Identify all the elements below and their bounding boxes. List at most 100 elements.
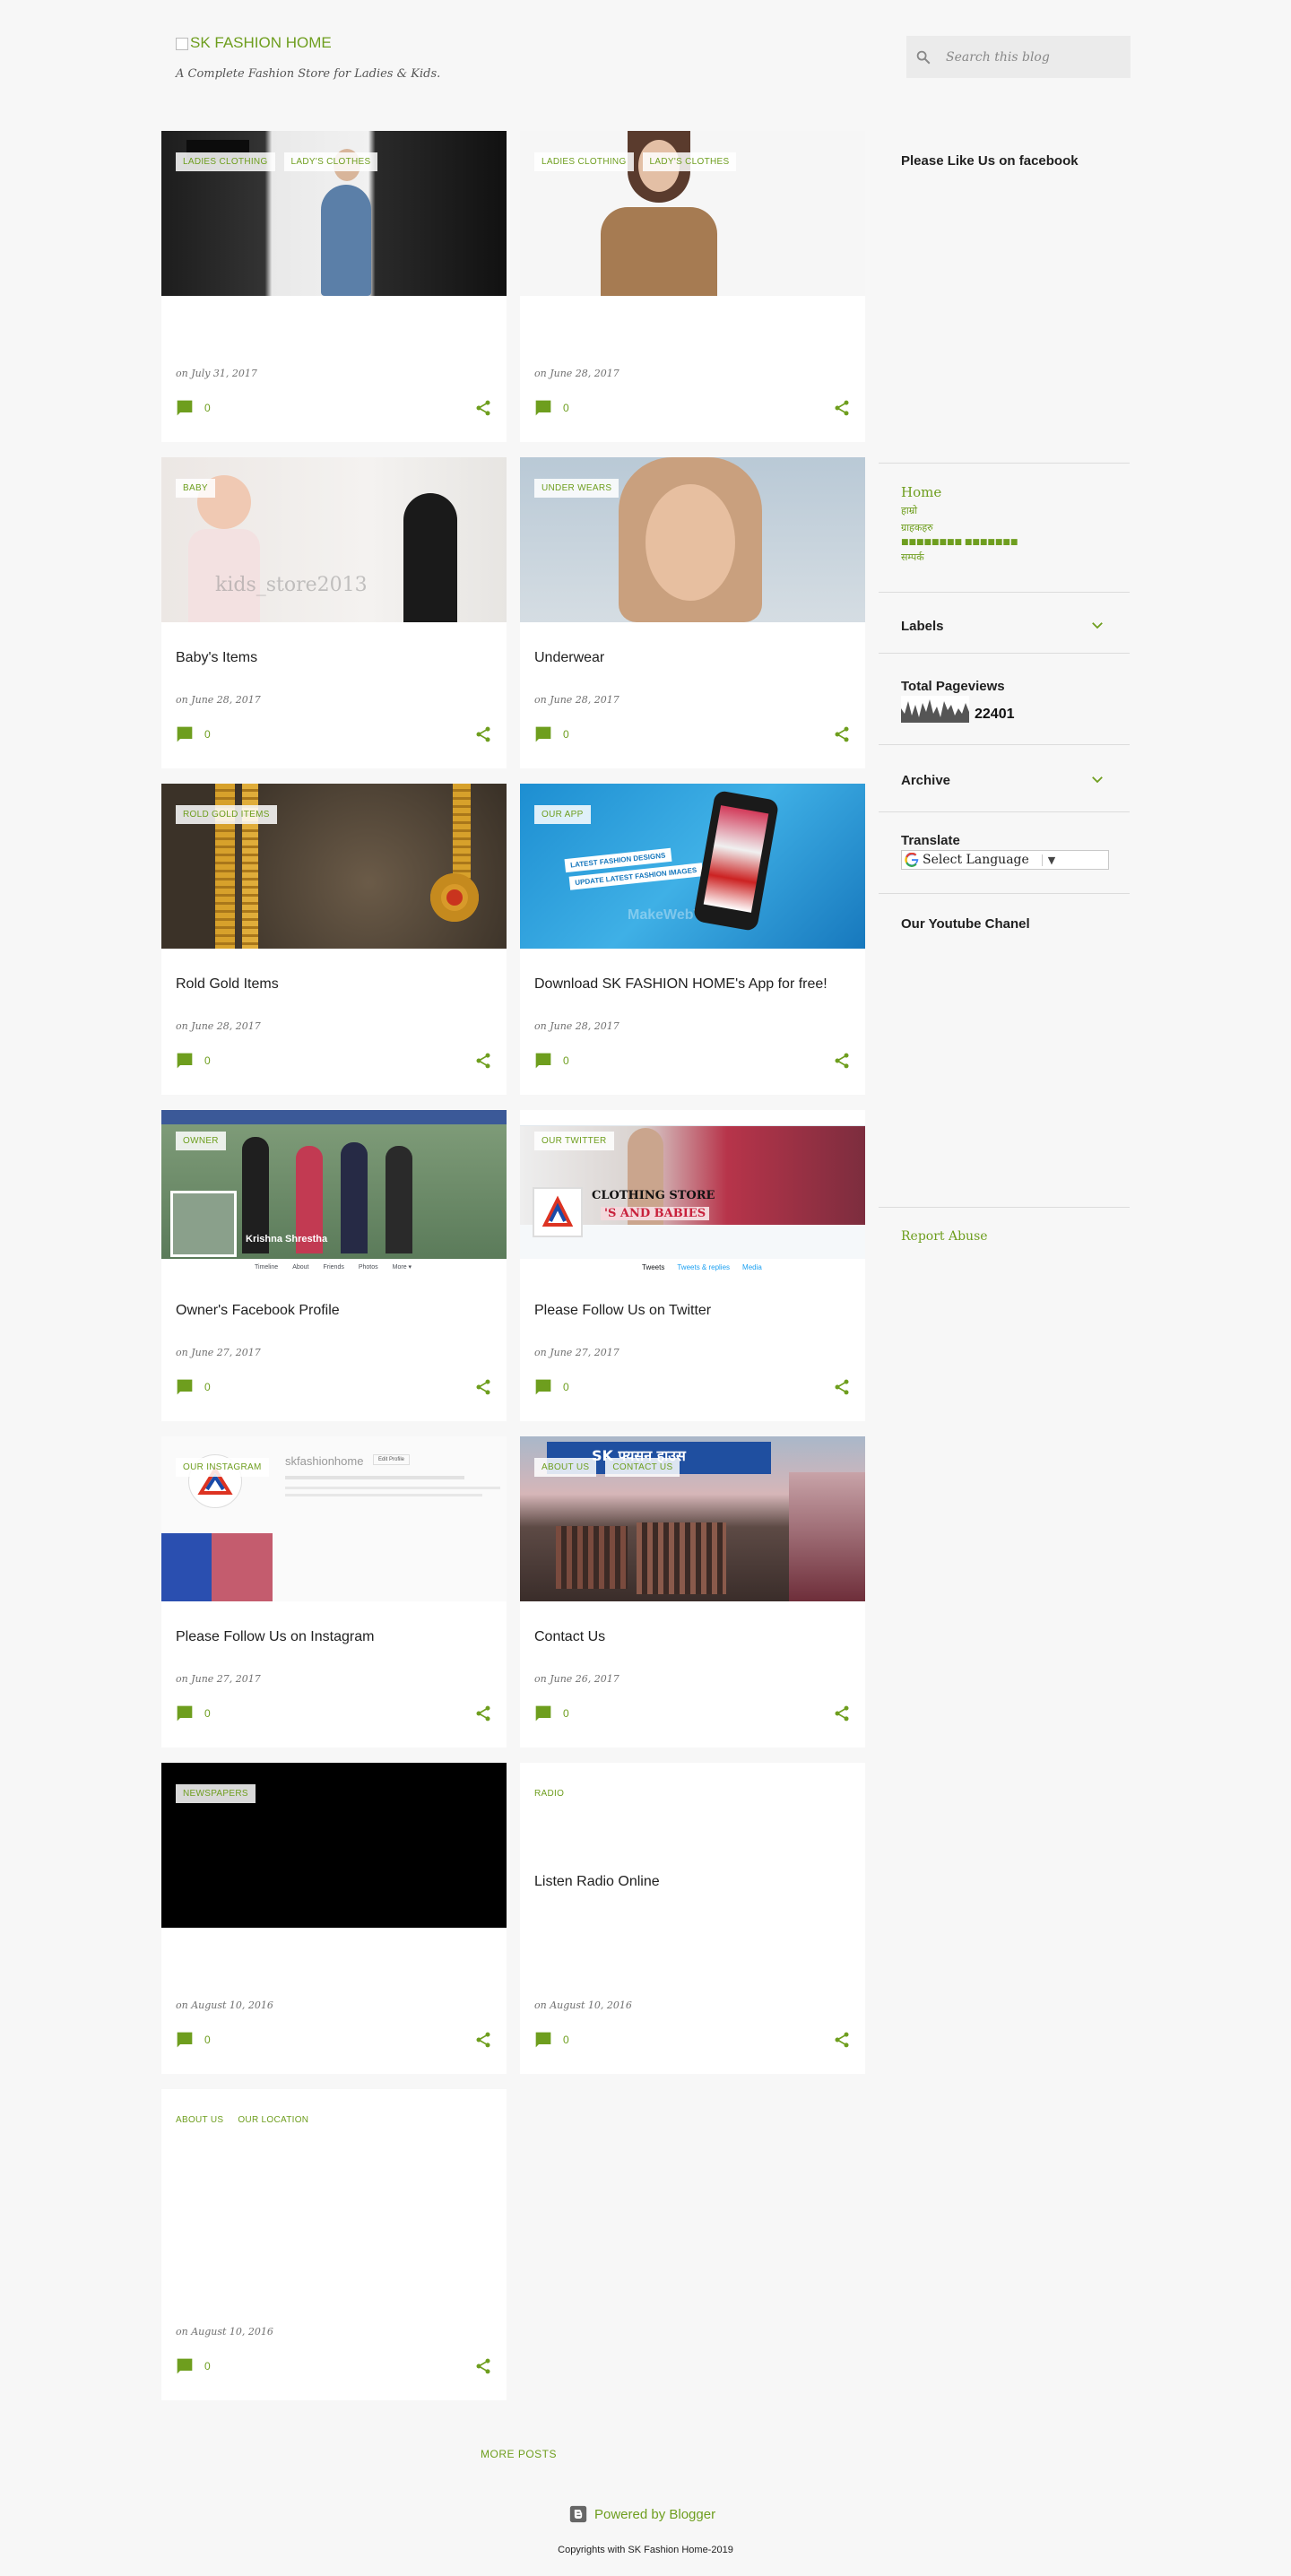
post-card[interactable]: LADIES CLOTHING LADY'S CLOTHES on July 3… bbox=[161, 131, 507, 442]
post-date: on June 27, 2017 bbox=[176, 1347, 261, 1358]
share-icon[interactable] bbox=[474, 2357, 492, 2375]
comments-link[interactable]: 0 bbox=[176, 2357, 211, 2375]
label-chip[interactable]: OUR INSTAGRAM bbox=[176, 1458, 269, 1477]
post-title[interactable]: Contact Us bbox=[534, 1629, 605, 1645]
pages-widget: Home हाम्रो ग्राहकहरु ■■■■■■■■ ■■■■■■■ स… bbox=[901, 484, 1018, 564]
comments-link[interactable]: 0 bbox=[534, 2031, 569, 2049]
copyright-text: Copyrights with SK Fashion Home-2019 bbox=[558, 2545, 733, 2555]
share-icon[interactable] bbox=[833, 1378, 851, 1396]
search-icon[interactable] bbox=[915, 49, 931, 65]
label-chip[interactable]: OUR APP bbox=[534, 805, 591, 824]
post-title[interactable]: Please Follow Us on Twitter bbox=[534, 1303, 711, 1319]
post-card[interactable]: LATEST FASHION DESIGNS UPDATE LATEST FAS… bbox=[520, 784, 865, 1095]
share-icon[interactable] bbox=[833, 1052, 851, 1070]
label-chip[interactable]: ABOUT US bbox=[534, 1458, 597, 1477]
chevron-down-icon[interactable] bbox=[1089, 771, 1105, 787]
share-icon[interactable] bbox=[474, 725, 492, 743]
share-icon[interactable] bbox=[833, 1704, 851, 1722]
label-chip[interactable]: LADIES CLOTHING bbox=[176, 152, 275, 171]
comments-link[interactable]: 0 bbox=[534, 725, 569, 743]
post-card[interactable]: Krishna Shrestha Timeline About Friends … bbox=[161, 1110, 507, 1421]
comments-link[interactable]: 0 bbox=[176, 1052, 211, 1070]
share-icon[interactable] bbox=[474, 2031, 492, 2049]
post-title[interactable]: Download SK FASHION HOME's App for free! bbox=[534, 976, 827, 993]
post-card[interactable]: ROLD GOLD ITEMS Rold Gold Items on June … bbox=[161, 784, 507, 1095]
post-card[interactable]: ABOUT US OUR LOCATION on August 10, 2016… bbox=[161, 2089, 507, 2400]
label-chip[interactable]: ABOUT US bbox=[176, 2111, 229, 2129]
post-card[interactable]: Clothing Store 's and Babies Tweets Twee… bbox=[520, 1110, 865, 1421]
post-title[interactable]: Please Follow Us on Instagram bbox=[176, 1629, 374, 1645]
post-labels: RADIO bbox=[534, 1784, 569, 1803]
label-chip[interactable]: CONTACT US bbox=[605, 1458, 680, 1477]
powered-by-blogger[interactable]: Powered by Blogger bbox=[569, 2505, 715, 2523]
page-link[interactable]: हाम्रो bbox=[901, 504, 1018, 517]
page-link[interactable]: सम्पर्क bbox=[901, 551, 1018, 564]
share-icon[interactable] bbox=[474, 1052, 492, 1070]
thumbnail-watermark: MakeWebV bbox=[628, 907, 704, 923]
search-box[interactable] bbox=[906, 36, 1131, 78]
post-title[interactable]: Baby's Items bbox=[176, 650, 257, 666]
share-icon[interactable] bbox=[833, 2031, 851, 2049]
more-posts-button[interactable]: MORE POSTS bbox=[481, 2448, 557, 2460]
page-link[interactable]: ग्राहकहरु bbox=[901, 521, 1018, 534]
label-chip[interactable]: OUR TWITTER bbox=[534, 1132, 614, 1150]
post-card[interactable]: kids_store2013 BABY Baby's Items on June… bbox=[161, 457, 507, 768]
comments-link[interactable]: 0 bbox=[176, 2031, 211, 2049]
blog-logo-link[interactable]: SK FASHION HOME bbox=[176, 34, 332, 52]
post-card[interactable]: LADIES CLOTHING LADY'S CLOTHES on June 2… bbox=[520, 131, 865, 442]
youtube-widget-title: Our Youtube Chanel bbox=[901, 916, 1030, 932]
share-icon[interactable] bbox=[474, 399, 492, 417]
post-title[interactable]: Rold Gold Items bbox=[176, 976, 279, 993]
share-icon[interactable] bbox=[474, 1378, 492, 1396]
label-chip[interactable]: BABY bbox=[176, 479, 215, 498]
archive-widget[interactable]: Archive bbox=[901, 771, 1105, 789]
comments-link[interactable]: 0 bbox=[534, 1704, 569, 1722]
comments-link[interactable]: 0 bbox=[176, 725, 211, 743]
post-card[interactable]: SK फ्यसन हाउस ABOUT US CONTACT US Contac… bbox=[520, 1436, 865, 1748]
report-abuse-link[interactable]: Report Abuse bbox=[901, 1229, 988, 1244]
post-card[interactable]: NEWSPAPERS on August 10, 2016 0 bbox=[161, 1763, 507, 2074]
post-card[interactable]: skfashionhome Edit Profile OUR INSTAGRAM… bbox=[161, 1436, 507, 1748]
chevron-down-icon[interactable] bbox=[1089, 617, 1105, 633]
comments-link[interactable]: 0 bbox=[534, 399, 569, 417]
label-chip[interactable]: RADIO bbox=[534, 1784, 569, 1803]
comment-icon bbox=[177, 726, 193, 742]
post-title[interactable]: Listen Radio Online bbox=[534, 1874, 660, 1890]
post-card[interactable]: RADIO Listen Radio Online on August 10, … bbox=[520, 1763, 865, 2074]
post-title[interactable]: Underwear bbox=[534, 650, 604, 666]
comment-count: 0 bbox=[204, 1707, 211, 1720]
post-labels: ABOUT US CONTACT US bbox=[534, 1458, 680, 1477]
post-date: on June 28, 2017 bbox=[534, 368, 620, 379]
label-chip[interactable]: UNDER WEARS bbox=[534, 479, 620, 498]
language-select[interactable]: Select Language ▼ bbox=[901, 850, 1109, 870]
label-chip[interactable]: LADY'S CLOTHES bbox=[642, 152, 737, 171]
comments-link[interactable]: 0 bbox=[534, 1378, 569, 1396]
share-icon[interactable] bbox=[833, 725, 851, 743]
labels-widget[interactable]: Labels bbox=[901, 617, 1105, 635]
post-title[interactable]: Owner's Facebook Profile bbox=[176, 1303, 340, 1319]
label-chip[interactable]: NEWSPAPERS bbox=[176, 1784, 256, 1803]
instagram-edit-profile: Edit Profile bbox=[373, 1454, 411, 1465]
share-icon[interactable] bbox=[474, 1704, 492, 1722]
label-chip[interactable]: OWNER bbox=[176, 1132, 226, 1150]
label-chip[interactable]: ROLD GOLD ITEMS bbox=[176, 805, 277, 824]
post-date: on June 27, 2017 bbox=[176, 1673, 261, 1685]
share-icon[interactable] bbox=[833, 399, 851, 417]
page-link[interactable]: ■■■■■■■■ ■■■■■■■ bbox=[901, 538, 1018, 547]
post-date: on July 31, 2017 bbox=[176, 368, 257, 379]
label-chip[interactable]: OUR LOCATION bbox=[238, 2111, 314, 2129]
comments-link[interactable]: 0 bbox=[176, 1378, 211, 1396]
label-chip[interactable]: LADY'S CLOTHES bbox=[283, 152, 378, 171]
comments-link[interactable]: 0 bbox=[176, 1704, 211, 1722]
thumbnail-watermark: kids_store2013 bbox=[215, 574, 368, 596]
translate-widget: Translate Select Language ▼ bbox=[901, 833, 1109, 870]
comment-count: 0 bbox=[563, 2034, 569, 2046]
label-chip[interactable]: LADIES CLOTHING bbox=[534, 152, 634, 171]
post-card[interactable]: UNDER WEARS Underwear on June 28, 2017 0 bbox=[520, 457, 865, 768]
comments-link[interactable]: 0 bbox=[176, 399, 211, 417]
comment-icon bbox=[177, 1705, 193, 1722]
comments-link[interactable]: 0 bbox=[534, 1052, 569, 1070]
search-input[interactable] bbox=[946, 49, 1107, 65]
page-link-home[interactable]: Home bbox=[901, 484, 1018, 500]
post-labels: OUR APP bbox=[534, 805, 591, 824]
